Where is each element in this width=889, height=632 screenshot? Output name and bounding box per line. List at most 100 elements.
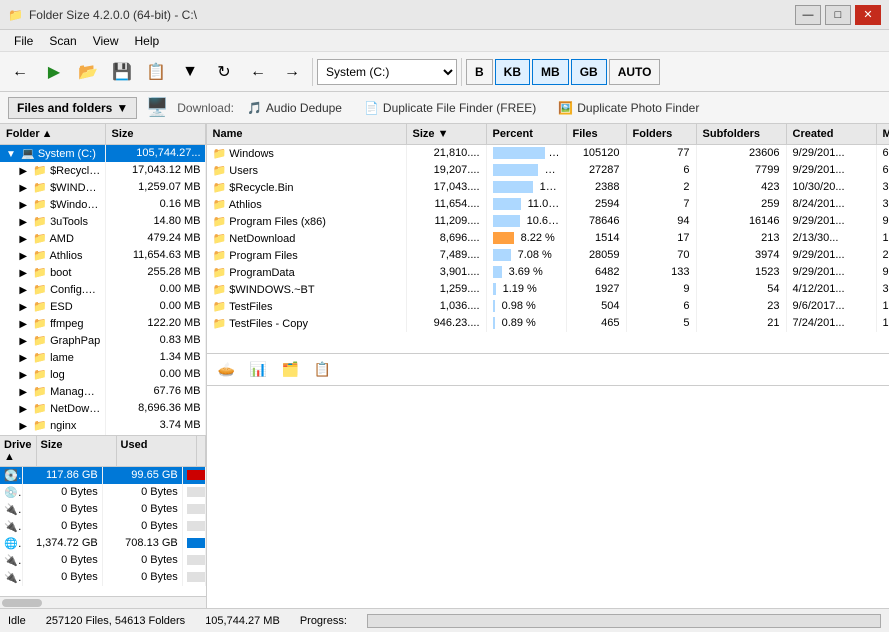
tree-row[interactable]: ▶ 📁 $WINDOWS.~BT 1,259.07 MB (0, 179, 206, 196)
gb-button[interactable]: GB (571, 59, 607, 85)
toolbar2-icon1[interactable]: 🖥️ (141, 92, 173, 124)
expander[interactable]: ▶ (16, 268, 30, 279)
audio-dedupe-link[interactable]: 🎵 Audio Dedupe (238, 98, 351, 118)
drive-row[interactable]: 💿 DVD RW Drive ... 0 Bytes 0 Bytes (0, 484, 206, 501)
mb-button[interactable]: MB (532, 59, 569, 85)
chart-btn4[interactable]: 📋 (311, 358, 335, 382)
list-col-size[interactable]: Size ▼ (407, 124, 487, 144)
expander[interactable]: ▶ (16, 234, 30, 245)
auto-button[interactable]: AUTO (609, 59, 661, 85)
filter-button[interactable]: ▼ (174, 56, 206, 88)
open-folder-button[interactable]: 📂 (72, 56, 104, 88)
next-button[interactable]: → (276, 56, 308, 88)
list-col-percent[interactable]: Percent (487, 124, 567, 144)
chart-btn2[interactable]: 📊 (247, 358, 271, 382)
drive-row[interactable]: 🔌 USB Drive (G:) 0 Bytes 0 Bytes (0, 501, 206, 518)
b-button[interactable]: B (466, 59, 493, 85)
drive-col-drive[interactable]: Drive ▲ (0, 436, 37, 466)
tree-row[interactable]: ▶ 📁 $Windows.~WS 0.16 MB (0, 196, 206, 213)
scroll-thumb[interactable] (2, 599, 42, 607)
chart-btn1[interactable]: 🥧 (215, 358, 239, 382)
list-col-subfolders[interactable]: Subfolders (697, 124, 787, 144)
expander[interactable]: ▶ (16, 217, 30, 228)
tree-row[interactable]: ▶ 📁 3uTools 14.80 MB (0, 213, 206, 230)
tree-col-size[interactable]: Size (106, 124, 206, 144)
menu-view[interactable]: View (85, 32, 127, 50)
expander[interactable]: ▶ (16, 251, 30, 262)
save-button[interactable]: 💾 (106, 56, 138, 88)
expander[interactable]: ▶ (16, 336, 30, 347)
tree-row[interactable]: ▶ 📁 $Recycle.Bin 17,043.12 MB (0, 162, 206, 179)
expander[interactable]: ▶ (16, 166, 30, 177)
list-row[interactable]: 📁 TestFiles - Copy 946.23.... 0.89 % 465… (207, 315, 889, 332)
list-row[interactable]: 📁 Windows 21,810.... 20.63 % 105120 77 2… (207, 145, 889, 162)
expander[interactable]: ▶ (16, 200, 30, 211)
list-row[interactable]: 📁 $WINDOWS.~BT 1,259.... 1.19 % 1927 9 5… (207, 281, 889, 298)
list-col-created[interactable]: Created (787, 124, 877, 144)
file-list[interactable]: Name Size ▼ Percent Files Folders Subfol… (207, 124, 889, 354)
drive-col-used[interactable]: Used (117, 436, 197, 466)
list-col-files[interactable]: Files (567, 124, 627, 144)
list-row[interactable]: 📁 Program Files (x86) 11,209.... 10.6 % … (207, 213, 889, 230)
tree-row[interactable]: ▶ 📁 Athlios 11,654.63 MB (0, 247, 206, 264)
expander[interactable]: ▶ (16, 387, 30, 398)
drive-panel[interactable]: Drive ▲ Size Used 💽 System (C:) 117.86 G… (0, 436, 206, 596)
expander[interactable]: ▶ (16, 285, 30, 296)
files-folders-button[interactable]: Files and folders ▼ (8, 97, 137, 119)
expander[interactable]: ▶ (16, 370, 30, 381)
list-row[interactable]: 📁 ProgramData 3,901.... 3.69 % 6482 133 … (207, 264, 889, 281)
tree-row[interactable]: ▶ 📁 nginx 3.74 MB (0, 417, 206, 434)
bottom-scrollbar[interactable] (0, 596, 206, 608)
menu-scan[interactable]: Scan (41, 32, 84, 50)
expander[interactable]: ▶ (16, 353, 30, 364)
tree-row[interactable]: ▶ 📁 ffmpeg 122.20 MB (0, 315, 206, 332)
expander[interactable]: ▶ (16, 319, 30, 330)
close-button[interactable]: ✕ (855, 5, 881, 25)
menu-file[interactable]: File (6, 32, 41, 50)
tree-row[interactable]: ▶ 📁 GraphPap 0.83 MB (0, 332, 206, 349)
tree-row-root[interactable]: ▼ 💻 System (C:) 105,744.27... (0, 145, 206, 162)
tree-row[interactable]: ▶ 📁 boot 255.28 MB (0, 264, 206, 281)
list-col-modified[interactable]: Modif... (877, 124, 889, 144)
tree-row[interactable]: ▶ 📁 Config.Msi 0.00 MB (0, 281, 206, 298)
list-row[interactable]: 📁 Program Files 7,489.... 7.08 % 28059 7… (207, 247, 889, 264)
drive-row[interactable]: 🔌 USB Drive (K:) 0 Bytes 0 Bytes (0, 569, 206, 586)
list-col-folders[interactable]: Folders (627, 124, 697, 144)
drive-row[interactable]: 🔌 USB Drive (H:) 0 Bytes 0 Bytes (0, 518, 206, 535)
tree-col-folder[interactable]: Folder ▲ (0, 124, 106, 144)
list-row[interactable]: 📁 NetDownload 8,696.... 8.22 % 1514 17 2… (207, 230, 889, 247)
maximize-button[interactable]: □ (825, 5, 851, 25)
menu-help[interactable]: Help (127, 32, 168, 50)
prev-button[interactable]: ← (242, 56, 274, 88)
expander[interactable]: ▶ (16, 404, 30, 415)
back-button[interactable]: ← (4, 56, 36, 88)
refresh-button[interactable]: ↻ (208, 56, 240, 88)
scan-button[interactable]: ▶ (38, 56, 70, 88)
expander[interactable]: ▶ (16, 421, 30, 432)
list-row[interactable]: 📁 $Recycle.Bin 17,043.... 16.12 % 2388 2… (207, 179, 889, 196)
duplicate-file-link[interactable]: 📄 Duplicate File Finder (FREE) (355, 98, 545, 118)
drive-col-size[interactable]: Size (37, 436, 117, 466)
tree-row[interactable]: ▶ 📁 ESD 0.00 MB (0, 298, 206, 315)
list-row[interactable]: 📁 Users 19,207.... 18.16 % 27287 6 7799 … (207, 162, 889, 179)
minimize-button[interactable]: — (795, 5, 821, 25)
tree-row[interactable]: ▶ 📁 lame 1.34 MB (0, 349, 206, 366)
tree-row[interactable]: ▶ 📁 ManageEngine 67.76 MB (0, 383, 206, 400)
file-tree[interactable]: Folder ▲ Size ▼ 💻 System (C:) 105,744.27… (0, 124, 206, 436)
tree-row[interactable]: ▶ 📁 log 0.00 MB (0, 366, 206, 383)
expander[interactable]: ▶ (16, 302, 30, 313)
list-row[interactable]: 📁 TestFiles 1,036.... 0.98 % 504 6 23 9/… (207, 298, 889, 315)
kb-button[interactable]: KB (495, 59, 530, 85)
drive-row[interactable]: 💽 System (C:) 117.86 GB 99.65 GB (0, 467, 206, 484)
copy-button[interactable]: 📋 (140, 56, 172, 88)
duplicate-photo-link[interactable]: 🖼️ Duplicate Photo Finder (549, 98, 708, 118)
list-col-name[interactable]: Name (207, 124, 407, 144)
drive-row[interactable]: 🌐 i (\\Blackbox) (I:) 1,374.72 GB 708.13… (0, 535, 206, 552)
expander[interactable]: ▶ (16, 183, 30, 194)
tree-row[interactable]: ▶ 📁 AMD 479.24 MB (0, 230, 206, 247)
chart-btn3[interactable]: 🗂️ (279, 358, 303, 382)
tree-row[interactable]: ▶ 📁 NetDownload 8,696.36 MB (0, 400, 206, 417)
drive-select[interactable]: System (C:) DVD RW Drive USB Drive (G:) (317, 59, 457, 85)
list-row[interactable]: 📁 Athlios 11,654.... 11.02 % 2594 7 259 … (207, 196, 889, 213)
drive-row[interactable]: 🔌 USB Drive (J:) 0 Bytes 0 Bytes (0, 552, 206, 569)
